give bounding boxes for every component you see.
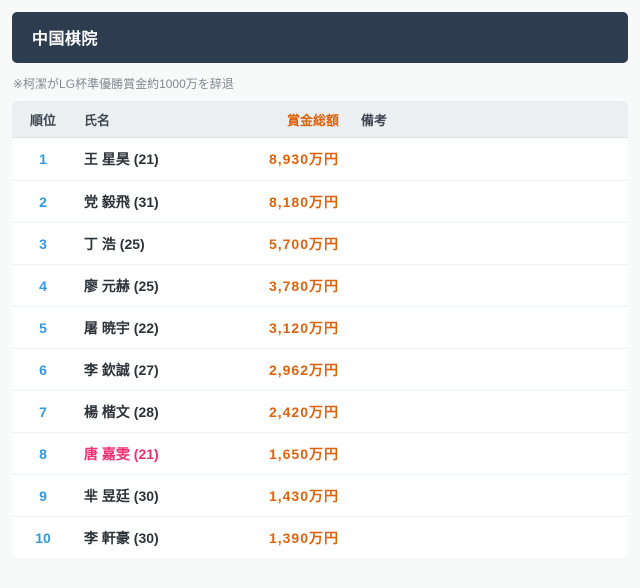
player-name-cell: 芈 昱廷 (30)	[74, 474, 252, 516]
table-header: 順位 氏名 賞金総額 備考	[12, 101, 628, 138]
column-header-name: 氏名	[74, 101, 252, 138]
rank-cell: 4	[12, 264, 74, 306]
prize-cell: 8,180万円	[252, 180, 347, 222]
prize-cell: 8,930万円	[252, 138, 347, 180]
prize-cell: 2,420万円	[252, 390, 347, 432]
rank-cell: 9	[12, 474, 74, 516]
remarks-cell	[347, 306, 628, 348]
column-header-remarks: 備考	[347, 101, 628, 138]
remarks-cell	[347, 474, 628, 516]
table-row: 8 唐 嘉雯 (21) 1,650万円	[12, 432, 628, 474]
player-name-cell: 王 星昊 (21)	[74, 138, 252, 180]
page: 中国棋院 ※柯潔がLG杯準優勝賞金約1000万を辞退 順位 氏名 賞金総額 備考…	[0, 0, 640, 570]
column-header-rank: 順位	[12, 101, 74, 138]
prize-cell: 2,962万円	[252, 348, 347, 390]
player-name-cell: 李 欽誠 (27)	[74, 348, 252, 390]
table-row: 5 屠 暁宇 (22) 3,120万円	[12, 306, 628, 348]
prize-cell: 1,650万円	[252, 432, 347, 474]
table-row: 1 王 星昊 (21) 8,930万円	[12, 138, 628, 180]
player-name-cell: 屠 暁宇 (22)	[74, 306, 252, 348]
page-title: 中国棋院	[12, 12, 628, 63]
table-row: 7 楊 楷文 (28) 2,420万円	[12, 390, 628, 432]
rank-cell: 2	[12, 180, 74, 222]
remarks-cell	[347, 390, 628, 432]
remarks-cell	[347, 180, 628, 222]
footnote: ※柯潔がLG杯準優勝賞金約1000万を辞退	[13, 77, 234, 91]
ranking-table-card: 順位 氏名 賞金総額 備考 1 王 星昊 (21) 8,930万円 2 党 毅飛…	[12, 101, 628, 558]
rank-cell: 8	[12, 432, 74, 474]
player-name-cell: 丁 浩 (25)	[74, 222, 252, 264]
rank-cell: 10	[12, 516, 74, 558]
rank-cell: 1	[12, 138, 74, 180]
remarks-cell	[347, 138, 628, 180]
prize-cell: 3,780万円	[252, 264, 347, 306]
player-name-cell: 廖 元赫 (25)	[74, 264, 252, 306]
player-name-cell: 唐 嘉雯 (21)	[74, 432, 252, 474]
player-name-cell: 李 軒豪 (30)	[74, 516, 252, 558]
rank-cell: 5	[12, 306, 74, 348]
table-body: 1 王 星昊 (21) 8,930万円 2 党 毅飛 (31) 8,180万円 …	[12, 138, 628, 558]
rank-cell: 6	[12, 348, 74, 390]
table-row: 9 芈 昱廷 (30) 1,430万円	[12, 474, 628, 516]
prize-cell: 1,430万円	[252, 474, 347, 516]
table-row: 6 李 欽誠 (27) 2,962万円	[12, 348, 628, 390]
ranking-table: 順位 氏名 賞金総額 備考 1 王 星昊 (21) 8,930万円 2 党 毅飛…	[12, 101, 628, 558]
remarks-cell	[347, 222, 628, 264]
prize-cell: 1,390万円	[252, 516, 347, 558]
player-name-cell: 党 毅飛 (31)	[74, 180, 252, 222]
remarks-cell	[347, 432, 628, 474]
table-row: 10 李 軒豪 (30) 1,390万円	[12, 516, 628, 558]
player-name-cell: 楊 楷文 (28)	[74, 390, 252, 432]
remarks-cell	[347, 348, 628, 390]
prize-cell: 5,700万円	[252, 222, 347, 264]
table-row: 4 廖 元赫 (25) 3,780万円	[12, 264, 628, 306]
rank-cell: 3	[12, 222, 74, 264]
table-row: 3 丁 浩 (25) 5,700万円	[12, 222, 628, 264]
prize-cell: 3,120万円	[252, 306, 347, 348]
remarks-cell	[347, 516, 628, 558]
rank-cell: 7	[12, 390, 74, 432]
remarks-cell	[347, 264, 628, 306]
column-header-prize: 賞金総額	[252, 101, 347, 138]
table-row: 2 党 毅飛 (31) 8,180万円	[12, 180, 628, 222]
